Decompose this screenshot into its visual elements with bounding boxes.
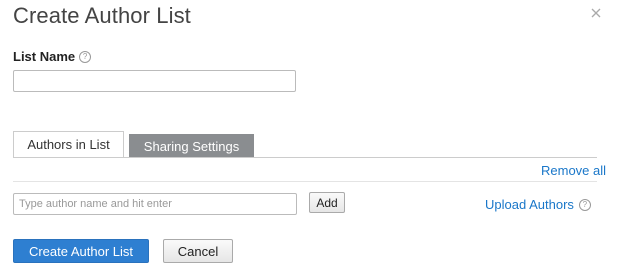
tab-authors-in-list[interactable]: Authors in List	[13, 131, 124, 158]
author-name-input[interactable]	[13, 193, 297, 215]
tab-divider	[13, 157, 597, 158]
help-icon[interactable]: ?	[79, 50, 92, 63]
list-name-label-group: List Name ?	[13, 49, 92, 64]
remove-all-link[interactable]: Remove all	[541, 163, 606, 178]
upload-authors-group: Upload Authors ?	[485, 197, 591, 212]
create-author-list-button[interactable]: Create Author List	[13, 239, 149, 263]
tab-sharing-settings[interactable]: Sharing Settings	[129, 134, 254, 158]
add-author-button[interactable]: Add	[309, 192, 345, 213]
close-icon[interactable]	[589, 6, 603, 20]
list-name-input[interactable]	[13, 70, 296, 92]
dialog-title: Create Author List	[13, 3, 191, 28]
help-icon[interactable]: ?	[578, 198, 591, 211]
cancel-button[interactable]: Cancel	[163, 239, 233, 263]
list-name-label: List Name	[13, 49, 76, 64]
tab-bar: Authors in List Sharing Settings	[13, 131, 254, 158]
upload-authors-link[interactable]: Upload Authors	[485, 197, 574, 212]
section-divider	[13, 181, 597, 182]
